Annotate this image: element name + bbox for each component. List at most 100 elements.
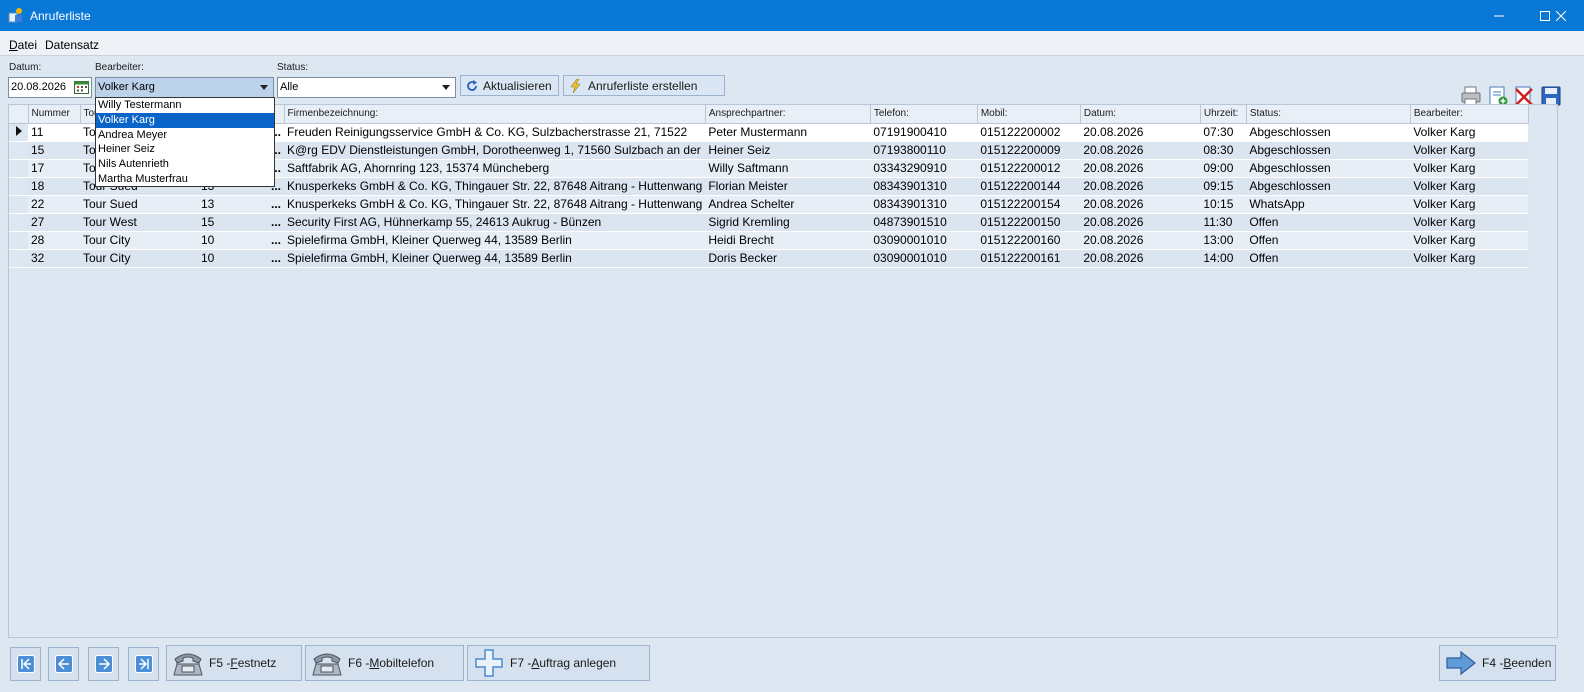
cell-uhrzeit: 09:00 [1200, 159, 1247, 178]
cell-bearbeiter: Volker Karg [1410, 123, 1529, 142]
close-button[interactable] [1538, 0, 1584, 31]
cell-datum: 20.08.2026 [1080, 249, 1201, 268]
cell-uhrzeit: 14:00 [1200, 249, 1247, 268]
minimize-icon [1494, 15, 1504, 16]
beenden-button[interactable]: F4 - Beenden [1439, 645, 1556, 681]
beenden-label: eenden [1511, 656, 1552, 670]
bearbeiter-select[interactable]: Volker Karg [95, 77, 274, 98]
cell-mobil: 015122200160 [977, 231, 1081, 250]
cell-telefon: 03090001010 [870, 231, 978, 250]
table-row[interactable]: 32 Tour City 10... Spielefirma GmbH, Kleine… [9, 249, 1529, 268]
header-telefon[interactable]: Telefon: [870, 105, 978, 124]
festnetz-prefix: F5 - [209, 656, 231, 670]
cell-nummer: 27 [28, 213, 80, 232]
dropdown-option[interactable]: Nils Autenrieth [96, 157, 274, 172]
cell-datum: 20.08.2026 [1080, 177, 1201, 196]
calendar-icon[interactable] [74, 80, 89, 94]
cell-col3: 13 [198, 195, 270, 214]
create-list-button[interactable]: Anruferliste erstellen [563, 75, 725, 96]
row-selector[interactable] [9, 123, 28, 142]
refresh-button[interactable]: Aktualisieren [460, 75, 559, 96]
cell-nummer: 11 [28, 123, 80, 142]
dropdown-option[interactable]: Martha Musterfrau [96, 172, 274, 187]
bearbeiter-dropdown-list[interactable]: Willy Testermann Volker Karg Andrea Meyer H… [95, 97, 275, 187]
cell-tour: Tour Sued [80, 195, 198, 214]
cell-status: Abgeschlossen [1246, 141, 1411, 160]
cell-status: Abgeschlossen [1246, 177, 1411, 196]
menu-datensatz[interactable]: Datensatz [45, 38, 99, 52]
header-ansprechpartner[interactable]: Ansprechpartner: [705, 105, 871, 124]
row-selector[interactable] [9, 159, 28, 178]
header-status[interactable]: Status: [1246, 105, 1411, 124]
header-firmenbezeichnung[interactable]: Firmenbezeichnung: [284, 105, 706, 124]
dropdown-option[interactable]: Andrea Meyer [96, 128, 274, 143]
header-uhrzeit[interactable]: Uhrzeit: [1200, 105, 1247, 124]
cell-mobil: 015122200002 [977, 123, 1081, 142]
header-mobil[interactable]: Mobil: [977, 105, 1081, 124]
auftrag-prefix: F7 - [510, 656, 532, 670]
mobiltelefon-button[interactable]: F6 - Mobiltelefon [305, 645, 464, 681]
exit-arrow-icon [1444, 648, 1478, 678]
menu-datei[interactable]: Datei [9, 38, 37, 52]
bearbeiter-label: Bearbeiter: [95, 62, 144, 73]
header-selector [9, 105, 29, 124]
cell-firmenbezeichnung: Spielefirma GmbH, Kleiner Querweg 44, 13… [284, 231, 706, 250]
festnetz-accesskey: F [230, 656, 238, 670]
chevron-down-icon[interactable] [438, 79, 454, 96]
cell-mobil: 015122200161 [977, 249, 1081, 268]
cell-ansprechpartner: Willy Saftmann [705, 159, 871, 178]
cell-bearbeiter: Volker Karg [1410, 195, 1529, 214]
table-row[interactable]: 22 Tour Sued 13... Knusperkeks GmbH & Co. K… [9, 195, 1529, 214]
cell-tour: Tour City [80, 249, 198, 268]
row-selector[interactable] [9, 195, 28, 214]
cell-uhrzeit: 07:30 [1200, 123, 1247, 142]
minimize-button[interactable] [1476, 0, 1522, 31]
table-row[interactable]: 27 Tour West 15... Security First AG, Hühne… [9, 213, 1529, 232]
window-title: Anruferliste [30, 9, 91, 23]
cell-status: Abgeschlossen [1246, 159, 1411, 178]
row-selector[interactable] [9, 213, 28, 232]
dropdown-option[interactable]: Heiner Seiz [96, 142, 274, 157]
status-select[interactable]: Alle [277, 77, 456, 98]
cell-firmenbezeichnung: Knusperkeks GmbH & Co. KG, Thingauer Str… [284, 195, 706, 214]
cell-col4[interactable]: ... [270, 195, 284, 214]
dropdown-option[interactable]: Volker Karg [96, 112, 274, 128]
first-record-button[interactable] [10, 647, 41, 681]
arrow-left-icon [54, 655, 73, 673]
refresh-icon [467, 79, 477, 91]
next-record-button[interactable] [88, 647, 119, 681]
cell-telefon: 08343901310 [870, 177, 978, 196]
cell-telefon: 08343901310 [870, 195, 978, 214]
cell-datum: 20.08.2026 [1080, 141, 1201, 160]
cell-bearbeiter: Volker Karg [1410, 231, 1529, 250]
last-record-button[interactable] [128, 647, 159, 681]
header-nummer[interactable]: Nummer [28, 105, 81, 124]
table-row[interactable]: 28 Tour City 10... Spielefirma GmbH, Kleine… [9, 231, 1529, 250]
cell-col4[interactable]: ... [270, 249, 284, 268]
festnetz-label: estnetz [237, 656, 277, 670]
mobiltelefon-label: obiltelefon [379, 656, 435, 670]
auftrag-anlegen-button[interactable]: F7 - Auftrag anlegen [467, 645, 650, 681]
cell-col4[interactable]: ... [270, 231, 284, 250]
cell-datum: 20.08.2026 [1080, 213, 1201, 232]
auftrag-label: uftrag anlegen [539, 656, 617, 670]
cell-datum: 20.08.2026 [1080, 123, 1201, 142]
app-icon [8, 8, 22, 23]
header-datum[interactable]: Datum: [1080, 105, 1201, 124]
row-selector[interactable] [9, 249, 28, 268]
row-selector[interactable] [9, 231, 28, 250]
festnetz-button[interactable]: F5 - Festnetz [166, 645, 302, 681]
cell-bearbeiter: Volker Karg [1410, 141, 1529, 160]
cell-col4[interactable]: ... [270, 213, 284, 232]
cell-uhrzeit: 11:30 [1200, 213, 1247, 232]
datum-field[interactable]: 20.08.2026 [8, 77, 92, 98]
row-selector[interactable] [9, 177, 28, 196]
header-bearbeiter[interactable]: Bearbeiter: [1410, 105, 1529, 124]
arrow-right-icon [94, 655, 113, 673]
row-selector[interactable] [9, 141, 28, 160]
dropdown-option[interactable]: Willy Testermann [96, 98, 274, 113]
previous-record-button[interactable] [48, 647, 79, 681]
cell-telefon: 07193800110 [870, 141, 978, 160]
cell-firmenbezeichnung: Security First AG, Hühnerkamp 55, 24613 … [284, 213, 706, 232]
chevron-down-icon[interactable] [256, 79, 272, 96]
